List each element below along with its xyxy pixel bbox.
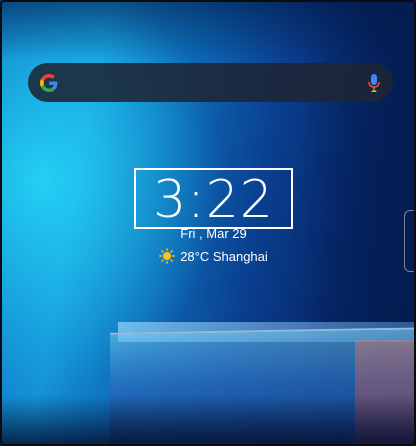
wallpaper-floor [0,395,416,446]
google-search-bar[interactable] [28,63,393,102]
microphone-icon[interactable] [367,73,381,93]
clock-widget[interactable]: 3:22 [134,168,293,229]
edge-panel-handle[interactable] [404,210,416,272]
weather-text: 28°C Shanghai [180,248,268,264]
google-g-icon [40,73,58,92]
clock-time: 3:22 [153,169,274,230]
home-screen: 3:22 Fri , Mar 29 28°C Shanghai [0,0,416,446]
weather-widget[interactable]: 28°C Shanghai [134,248,293,264]
sun-icon [159,248,176,264]
clock-date: Fri , Mar 29 [180,226,247,241]
